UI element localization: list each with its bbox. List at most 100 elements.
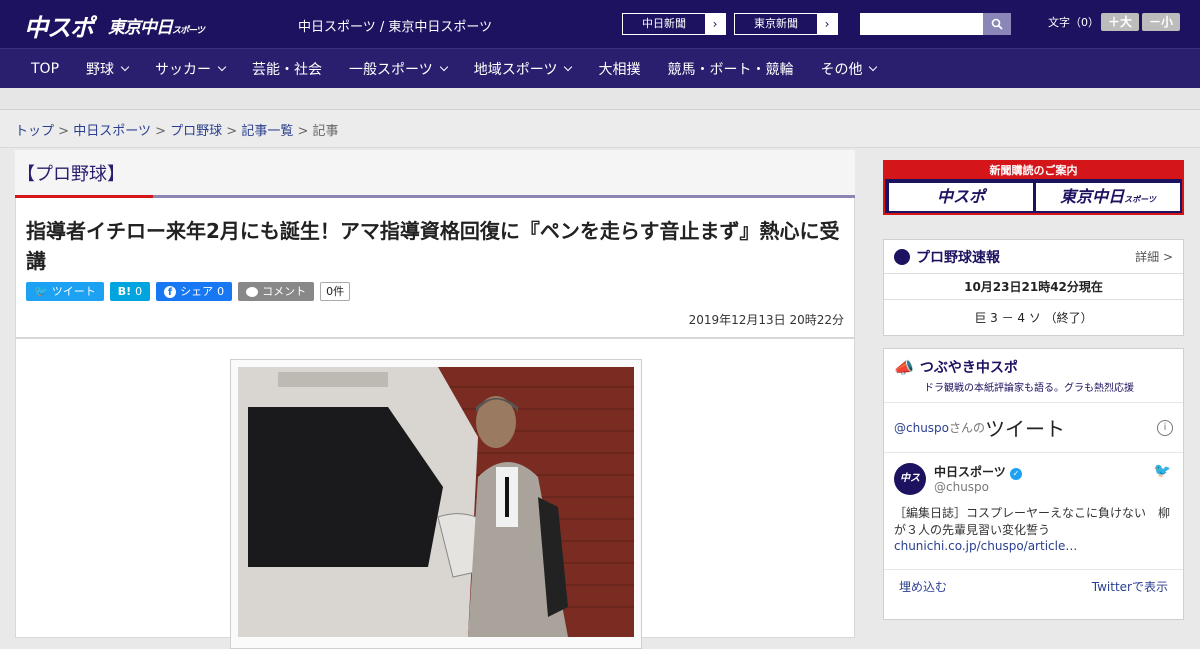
- tweet-author-name[interactable]: 中日スポーツ ✓: [934, 463, 1173, 480]
- nav-item-label: サッカー: [155, 61, 212, 78]
- tweet-timeline: @chuspo さんの ツイート i 中ス 中日スポーツ ✓ @chuspo 🐦 ［…: [884, 402, 1183, 603]
- nav-item-label: その他: [820, 61, 863, 78]
- baseball-score-title: プロ野球速報: [916, 249, 1000, 266]
- twitter-icon: 🐦: [34, 285, 48, 298]
- nav-item-label: 芸能・社会: [252, 61, 323, 78]
- site-links[interactable]: 中日スポーツ / 東京中日スポーツ: [298, 16, 492, 35]
- nav-item-5[interactable]: 地域スポーツ: [473, 59, 573, 79]
- breadcrumb-separator: >: [58, 124, 70, 139]
- chevron-right-icon: ›: [705, 14, 725, 34]
- baseball-detail-link[interactable]: 詳細 >: [1135, 248, 1173, 265]
- breadcrumb-link-list[interactable]: 記事一覧: [241, 124, 293, 139]
- article-date: 2019年12月13日 20時22分: [688, 313, 844, 327]
- tweet-author-text: 中日スポーツ: [934, 465, 1006, 479]
- top-bar: 中スポ 東京中日スポーツ 中日スポーツ / 東京中日スポーツ 中日新聞 › 東京新…: [0, 0, 1200, 48]
- hatena-count: 0: [135, 285, 143, 298]
- hatena-icon: B!: [117, 285, 132, 298]
- breadcrumb-separator: >: [297, 124, 309, 139]
- article-header: 指導者イチロー来年2月にも誕生！アマ指導資格回復に『ペンを走らす音止まず』熱心に…: [15, 198, 855, 338]
- chuspo-logo[interactable]: 中スポ: [24, 8, 94, 43]
- promo-tokyo-text: 東京中日: [1060, 187, 1125, 206]
- share-label: シェア: [180, 285, 214, 298]
- nav-item-label: 地域スポーツ: [473, 61, 558, 78]
- photo-frame: [230, 359, 642, 649]
- baseball-icon: [894, 248, 910, 265]
- article-title: 指導者イチロー来年2月にも誕生！アマ指導資格回復に『ペンを走らす音止まず』熱心に…: [26, 219, 840, 273]
- nav-item-3[interactable]: 芸能・社会: [252, 59, 322, 79]
- baseball-score-header: プロ野球速報 詳細 >: [884, 240, 1183, 274]
- nav-item-2[interactable]: サッカー: [155, 59, 227, 79]
- nav-item-label: 競馬・ボート・競輪: [667, 61, 794, 78]
- search-button[interactable]: [983, 13, 1011, 35]
- comment-button[interactable]: コメント: [238, 282, 315, 301]
- facebook-icon: f: [164, 285, 177, 298]
- sidebar: 新聞購読のご案内 中スポ 東京中日スポーツ プロ野球速報 詳細 > 10月23日…: [883, 160, 1184, 620]
- tokyo-logo-text: 東京中日: [108, 18, 173, 38]
- breadcrumb: トップ > 中日スポーツ > プロ野球 > 記事一覧 > 記事: [0, 110, 1200, 148]
- ad-strip: [0, 88, 1200, 110]
- view-on-twitter-link[interactable]: Twitterで表示: [1092, 578, 1168, 595]
- breadcrumb-link-chuspo[interactable]: 中日スポーツ: [73, 124, 151, 139]
- photo-area: [15, 338, 855, 649]
- tweet-link[interactable]: chunichi.co.jp/chuspo/article…: [894, 539, 1173, 553]
- embed-link[interactable]: 埋め込む: [899, 578, 947, 595]
- nav-item-7[interactable]: 競馬・ボート・競輪: [667, 59, 793, 79]
- hatena-bookmark-button[interactable]: B! 0: [109, 282, 151, 301]
- info-icon[interactable]: i: [1157, 419, 1173, 436]
- twitter-widget-subtitle: ドラ観戦の本紙評論家も語る。グラも熱烈応援: [924, 383, 1134, 394]
- chevron-down-icon: [869, 62, 878, 71]
- facebook-share-button[interactable]: f シェア 0: [156, 282, 233, 301]
- breadcrumb-link-top[interactable]: トップ: [15, 124, 54, 139]
- timeline-header: @chuspo さんの ツイート i: [884, 403, 1183, 453]
- nav-item-8[interactable]: その他: [820, 59, 878, 79]
- article-column: 【プロ野球】 指導者イチロー来年2月にも誕生！アマ指導資格回復に『ペンを走らす音…: [15, 150, 855, 649]
- promo-chuspo-button[interactable]: 中スポ: [889, 183, 1033, 211]
- twitter-widget-header: 📣 つぶやき中スポ: [884, 349, 1183, 377]
- baseball-score-box: プロ野球速報 詳細 > 10月23日21時42分現在 巨 3 － 4 ソ （終了…: [883, 239, 1184, 336]
- promo-tokyo-sub: スポーツ: [1124, 195, 1156, 204]
- nav-item-1[interactable]: 野球: [86, 59, 130, 79]
- nav-item-label: TOP: [31, 60, 60, 77]
- subscription-promo: 新聞購読のご案内 中スポ 東京中日スポーツ: [883, 160, 1184, 215]
- twitter-widget-title: つぶやき中スポ: [919, 360, 1018, 376]
- twitter-bird-icon: 🐦: [1153, 463, 1171, 479]
- megaphone-icon: 📣: [894, 357, 914, 377]
- game-score[interactable]: 巨 3 － 4 ソ （終了）: [884, 300, 1183, 335]
- timeline-footer: 埋め込む Twitterで表示: [884, 569, 1183, 603]
- tweet-item[interactable]: 中ス 中日スポーツ ✓ @chuspo 🐦 ［編集日誌］コスプレーヤーえなこに負…: [884, 453, 1183, 563]
- article-photo[interactable]: [238, 367, 634, 637]
- tokyo-shimbun-link[interactable]: 東京新聞 ›: [734, 13, 838, 35]
- breadcrumb-link-baseball[interactable]: プロ野球: [170, 124, 222, 139]
- nav-item-label: 大相撲: [598, 61, 641, 78]
- comment-label: コメント: [262, 285, 307, 298]
- twitter-widget: 📣 つぶやき中スポ ドラ観戦の本紙評論家も語る。グラも熱烈応援 @chuspo さ…: [883, 348, 1184, 620]
- paper-link-label: 東京新聞: [754, 17, 798, 30]
- timeline-account-link[interactable]: @chuspo: [894, 421, 949, 435]
- nav-item-0[interactable]: TOP: [31, 61, 59, 77]
- chevron-down-icon: [439, 62, 448, 71]
- tweet-label: ツイート: [51, 285, 96, 298]
- promo-title: 新聞購読のご案内: [885, 162, 1182, 179]
- font-size-label: 文字（0）: [1048, 16, 1099, 29]
- breadcrumb-separator: >: [155, 124, 166, 139]
- nav-item-6[interactable]: 大相撲: [598, 59, 640, 79]
- breadcrumb-current: 記事: [312, 124, 339, 139]
- tokyo-chunichi-logo[interactable]: 東京中日スポーツ: [108, 13, 205, 38]
- font-larger-button[interactable]: ＋大: [1101, 13, 1139, 31]
- chunichi-shimbun-link[interactable]: 中日新聞 ›: [622, 13, 726, 35]
- category-heading: 【プロ野球】: [15, 150, 855, 198]
- chevron-down-icon: [120, 62, 130, 71]
- avatar[interactable]: 中ス: [894, 463, 926, 495]
- nav-item-4[interactable]: 一般スポーツ: [349, 59, 448, 79]
- font-smaller-button[interactable]: －小: [1142, 13, 1180, 31]
- tokyo-logo-sub: スポーツ: [172, 26, 205, 36]
- timeline-san: さんの: [949, 421, 986, 435]
- verified-icon: ✓: [1009, 468, 1022, 480]
- nav-item-label: 野球: [86, 61, 115, 78]
- search-input[interactable]: [860, 13, 983, 35]
- timeline-title: ツイート: [985, 417, 1066, 441]
- twitter-share-button[interactable]: 🐦 ツイート: [26, 282, 104, 301]
- chevron-down-icon: [217, 62, 227, 71]
- promo-tokyo-button[interactable]: 東京中日スポーツ: [1036, 183, 1180, 211]
- main-nav: TOP 野球 サッカー 芸能・社会 一般スポーツ 地域スポーツ 大相撲 競馬・ボート・競輪 その…: [0, 48, 1200, 88]
